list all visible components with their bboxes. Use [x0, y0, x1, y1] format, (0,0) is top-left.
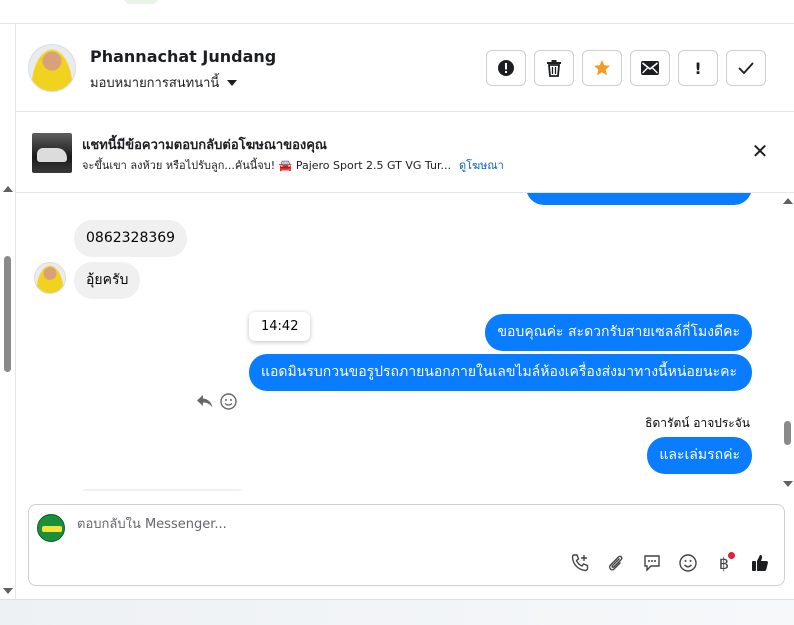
messenger-inbox-panel: Phannachat Jundang มอบหมายการสนทนานี้ ! [0, 0, 794, 625]
contact-avatar-small[interactable] [34, 262, 66, 294]
sender-name: ธิดารัตน์ อาจประจัน [645, 416, 750, 430]
contact-name[interactable]: Phannachat Jundang [90, 47, 276, 66]
contact-avatar[interactable] [28, 44, 76, 92]
incoming-message-clipped[interactable] [78, 489, 246, 491]
notification-dot [728, 552, 735, 559]
top-toolbar-clipped [0, 0, 794, 24]
star-icon [594, 60, 610, 76]
scroll-up-arrow-icon[interactable] [3, 186, 13, 192]
left-scrollbar[interactable] [0, 24, 16, 599]
thumbs-up-icon[interactable] [748, 551, 772, 575]
outgoing-message[interactable]: และเล่มรถค่ะ [647, 437, 752, 474]
clipped-tab [124, 0, 158, 4]
incoming-message[interactable]: อุ้ยครับ [74, 262, 141, 299]
incoming-message[interactable]: 0862328369 [74, 220, 188, 257]
paperclip-icon[interactable] [604, 551, 628, 575]
scroll-up-arrow-icon[interactable] [783, 198, 793, 204]
ad-thumbnail[interactable] [32, 133, 72, 173]
react-emoji-icon[interactable] [220, 393, 237, 410]
right-scrollbar[interactable] [782, 193, 794, 491]
message-thread[interactable]: 0862328369 อุ้ยครับ 14:42 ขอบคุณค่ะ สะดว… [16, 193, 782, 491]
header-actions: ! [486, 50, 766, 86]
chat-icon[interactable] [640, 551, 664, 575]
outgoing-message[interactable]: ขอบคุณค่ะ สะดวกรับสายเซลล์กี่โมงดีคะ [485, 314, 752, 351]
ad-caption: จะขึ้นเขา ลงห้วย หรือไปรับลูก...คันนี้จบ… [82, 159, 451, 172]
mark-done-button[interactable] [726, 50, 766, 86]
mark-unread-button[interactable] [630, 50, 670, 86]
mark-spam-button[interactable] [486, 50, 526, 86]
checkmark-icon [738, 62, 754, 74]
timestamp-tooltip: 14:42 [249, 312, 311, 341]
ad-banner-subtitle: จะขึ้นเขา ลงห้วย หรือไปรับลูก...คันนี้จบ… [82, 156, 504, 174]
ad-reply-banner: แชทนี้มีข้อความตอบกลับต่อโฆษณาของคุณ จะข… [16, 113, 794, 193]
page-logo-avatar [37, 514, 65, 542]
reply-composer: ฿ [28, 504, 785, 586]
assign-conversation-dropdown[interactable]: มอบหมายการสนทนานี้ [90, 72, 238, 93]
ad-banner-title: แชทนี้มีข้อความตอบกลับต่อโฆษณาของคุณ [82, 138, 327, 153]
scroll-down-arrow-icon[interactable] [783, 481, 793, 487]
scrollbar-thumb[interactable] [784, 421, 791, 445]
follow-up-button[interactable]: ! [678, 50, 718, 86]
exclamation-icon: ! [694, 58, 702, 78]
close-icon[interactable]: ✕ [748, 139, 772, 163]
reply-icon[interactable] [196, 393, 214, 409]
scroll-down-arrow-icon[interactable] [3, 588, 13, 594]
outgoing-message[interactable]: แอดมินรบกวนขอรูปรถภายนอกภายในเลขไมล์ห้อง… [249, 354, 752, 391]
envelope-icon [641, 61, 659, 75]
phone-add-icon[interactable] [568, 551, 592, 575]
reply-input[interactable] [77, 517, 757, 532]
conversation-header: Phannachat Jundang มอบหมายการสนทนานี้ ! [16, 24, 794, 112]
view-ad-link[interactable]: ดูโฆษณา [459, 156, 504, 174]
alert-circle-icon [498, 60, 514, 76]
emoji-icon[interactable] [676, 551, 700, 575]
composer-tools: ฿ [568, 551, 772, 575]
browser-bottom-strip [0, 599, 794, 625]
assign-label: มอบหมายการสนทนานี้ [90, 76, 220, 91]
trash-icon [547, 60, 561, 77]
chevron-down-icon [227, 79, 238, 86]
scrollbar-thumb[interactable] [4, 256, 11, 372]
baht-icon[interactable]: ฿ [712, 551, 736, 575]
delete-button[interactable] [534, 50, 574, 86]
star-button[interactable] [582, 50, 622, 86]
outgoing-message-clipped[interactable] [526, 193, 752, 205]
